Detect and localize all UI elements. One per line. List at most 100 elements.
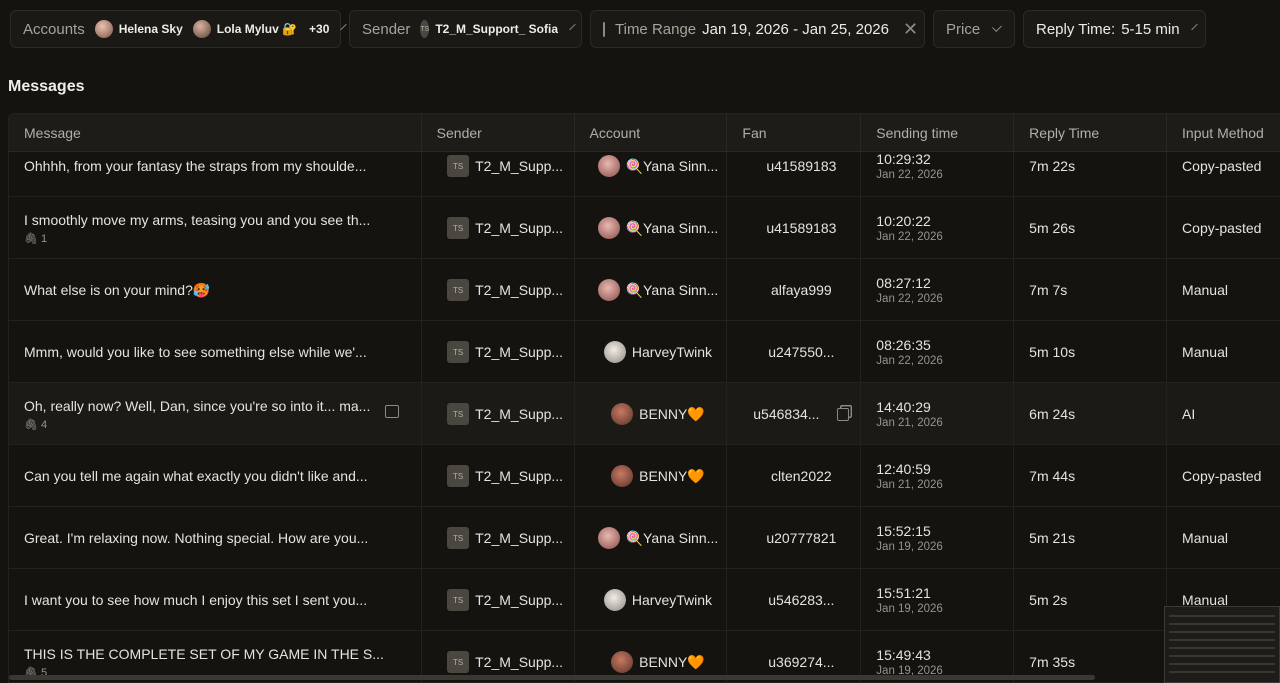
fan-cell: u546834... [727, 383, 862, 445]
sending-time-cell: 10:20:22 Jan 22, 2026 [861, 197, 1015, 259]
sending-time: 14:40:29 [876, 399, 931, 415]
input-method: Manual [1182, 282, 1228, 298]
sending-time: 12:40:59 [876, 461, 931, 477]
account-cell: HarveyTwink [575, 321, 728, 383]
sender-avatar: TS [420, 20, 430, 38]
attachment-count: 🖇 4 [24, 418, 48, 431]
sending-date: Jan 19, 2026 [876, 603, 943, 615]
account-avatar [597, 279, 620, 301]
fan-cell: u546283... [727, 569, 862, 631]
input-method-cell: Manual [1167, 321, 1280, 383]
sending-time: 10:20:22 [876, 213, 931, 229]
column-header-input-method[interactable]: Input Method [1167, 114, 1280, 152]
message-cell: Can you tell me again what exactly you d… [9, 445, 422, 507]
sending-time-cell: 15:51:21 Jan 19, 2026 [861, 569, 1015, 631]
account-avatar [603, 589, 626, 611]
sender-cell: TS T2_M_Supp... [422, 259, 575, 321]
sender-filter-label: Sender [362, 20, 411, 38]
page-title: Messages [8, 78, 85, 95]
account-avatar [611, 465, 634, 487]
account-name: BENNY🧡 [639, 405, 705, 422]
time-range-value: Jan 19, 2026 - Jan 25, 2026 [702, 20, 889, 38]
sending-time: 08:27:12 [876, 275, 931, 291]
table-row[interactable]: I want you to see how much I enjoy this … [9, 569, 1280, 631]
table-row[interactable]: What else is on your mind?🥵 TS T2_M_Supp..… [9, 259, 1280, 321]
account-name: HarveyTwink [631, 344, 713, 360]
column-header-reply-time[interactable]: Reply Time [1014, 114, 1168, 152]
column-header-sender[interactable]: Sender [422, 114, 575, 152]
reply-time: 6m 24s [1029, 406, 1076, 422]
sending-time-cell: 15:52:15 Jan 19, 2026 [861, 507, 1015, 569]
column-header-sending-time[interactable]: Sending time [861, 114, 1015, 152]
fan-id: u41589183 [766, 220, 837, 236]
sender-name: T2_M_Supp... [475, 468, 564, 484]
table-row[interactable]: Great. I'm relaxing now. Nothing special… [9, 507, 1280, 569]
account-name: 🍭Yana Sinn... [625, 157, 719, 174]
time-range-filter[interactable]: Time Range Jan 19, 2026 - Jan 25, 2026 ✕ [590, 10, 925, 48]
reply-time: 7m 35s [1029, 654, 1076, 670]
column-header-fan[interactable]: Fan [727, 114, 862, 152]
account-avatar [597, 217, 620, 239]
sender-cell: TS T2_M_Supp... [422, 507, 575, 569]
reply-time: 7m 44s [1029, 468, 1076, 484]
reply-time-cell: 6m 24s [1014, 383, 1168, 445]
table-row[interactable]: Can you tell me again what exactly you d… [9, 445, 1280, 507]
sending-date: Jan 21, 2026 [876, 479, 943, 491]
message-text: I smoothly move my arms, teasing you and… [24, 211, 371, 228]
attachment-count: 🖇 1 [24, 232, 48, 245]
sender-cell: TS T2_M_Supp... [422, 321, 575, 383]
fan-cell: u41589183 [727, 197, 862, 259]
account-name: 🍭Yana Sinn... [625, 529, 719, 546]
price-filter[interactable]: Price [933, 10, 1015, 48]
sending-time-cell: 14:40:29 Jan 21, 2026 [861, 383, 1015, 445]
sender-filter[interactable]: Sender TS T2_M_Support_ Sofia [349, 10, 582, 48]
open-chat-icon[interactable] [384, 405, 399, 418]
reply-time-label: Reply Time: [1036, 20, 1116, 38]
account-cell: HarveyTwink [575, 569, 728, 631]
table-row[interactable]: Oh, really now? Well, Dan, since you're … [9, 383, 1280, 445]
message-text: I want you to see how much I enjoy this … [24, 592, 368, 608]
input-method: Manual [1182, 530, 1228, 546]
table-row[interactable]: I smoothly move my arms, teasing you and… [9, 197, 1280, 259]
sender-avatar: TS [447, 651, 470, 673]
clear-icon[interactable]: ✕ [903, 20, 918, 38]
account-avatar [603, 341, 626, 363]
message-text: THIS IS THE COMPLETE SET OF MY GAME IN T… [24, 645, 384, 662]
input-method-cell: Manual [1167, 259, 1280, 321]
horizontal-scrollbar[interactable] [9, 675, 1095, 680]
sender-cell: TS T2_M_Supp... [422, 445, 575, 507]
input-method: Manual [1182, 344, 1228, 360]
sender-name: T2_M_Supp... [475, 220, 564, 236]
sending-time-cell: 08:26:35 Jan 22, 2026 [861, 321, 1015, 383]
sender-name: T2_M_Supp... [475, 592, 564, 608]
column-header-message[interactable]: Message [9, 114, 422, 152]
fan-id: u20777821 [766, 530, 837, 546]
sender-name: T2_M_Supp... [475, 158, 564, 174]
reply-time-cell: 5m 10s [1014, 321, 1168, 383]
reply-time-filter[interactable]: Reply Time: 5-15 min [1023, 10, 1206, 48]
account-name: 🍭Yana Sinn... [625, 281, 719, 298]
message-text: Oh, really now? Well, Dan, since you're … [24, 397, 371, 414]
sender-avatar: TS [447, 217, 470, 239]
message-cell: Mmm, would you like to see something els… [9, 321, 422, 383]
sender-avatar: TS [447, 155, 470, 177]
sending-date: Jan 19, 2026 [876, 541, 943, 553]
sending-time-cell: 08:27:12 Jan 22, 2026 [861, 259, 1015, 321]
reply-time: 5m 10s [1029, 344, 1076, 360]
paperclip-icon: 🖇 [24, 418, 42, 431]
sender-filter-value: T2_M_Support_ Sofia [435, 22, 559, 36]
account-cell: 🍭Yana Sinn... [575, 259, 728, 321]
copy-icon[interactable] [837, 407, 850, 421]
chevron-down-icon [569, 23, 576, 31]
sender-avatar: TS [447, 403, 470, 425]
sender-avatar: TS [447, 465, 470, 487]
fan-id: u369274... [768, 654, 835, 670]
sending-time: 08:26:35 [876, 337, 931, 353]
fan-cell: u247550... [727, 321, 862, 383]
table-row[interactable]: Mmm, would you like to see something els… [9, 321, 1280, 383]
column-header-account[interactable]: Account [575, 114, 728, 152]
sender-name: T2_M_Supp... [475, 530, 564, 546]
sender-name: T2_M_Supp... [475, 282, 564, 298]
accounts-filter[interactable]: Accounts Helena Sky Lola Myluv 🔐 +30 [10, 10, 348, 48]
messages-table: Message Sender Account Fan Sending time … [8, 113, 1280, 683]
